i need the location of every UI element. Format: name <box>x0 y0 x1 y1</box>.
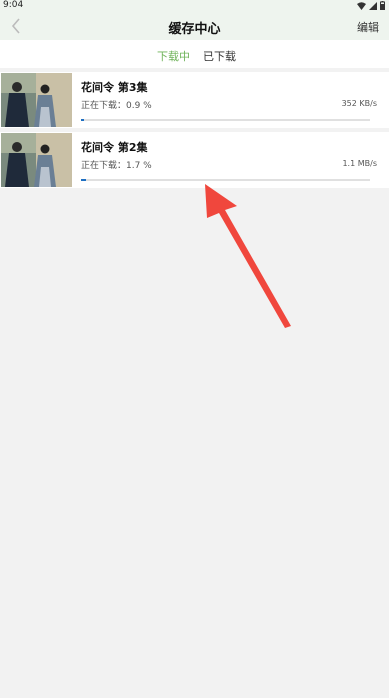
status-time: 9:04 <box>3 0 24 10</box>
system-icons <box>357 1 385 10</box>
download-speed: 1.1 MB/s <box>342 159 377 168</box>
episode-thumbnail <box>1 73 72 127</box>
tab-downloaded[interactable]: 已下载 <box>203 48 236 64</box>
episode-title: 花间令 第3集 <box>81 81 148 94</box>
wifi-icon <box>357 1 366 10</box>
download-item-episode-3[interactable]: 花间令 第3集 正在下载：0.9 % 352 KB/s <box>0 72 389 128</box>
battery-icon <box>380 1 385 10</box>
edit-button[interactable]: 编辑 <box>357 19 379 35</box>
header-bar: 缓存中心 编辑 <box>0 12 389 40</box>
download-status: 正在下载：1.7 % <box>81 161 152 171</box>
signal-icon <box>369 1 377 10</box>
episode-title: 花间令 第2集 <box>81 141 148 154</box>
progress-fill <box>81 179 86 181</box>
download-speed: 352 KB/s <box>341 99 377 108</box>
episode-thumbnail <box>1 133 72 187</box>
progress-fill <box>81 119 84 121</box>
annotation-arrow <box>205 184 291 328</box>
tab-downloading[interactable]: 下载中 <box>157 48 190 64</box>
tab-bar: 下载中 已下载 <box>0 40 389 68</box>
progress-bar <box>81 119 370 121</box>
download-list: 花间令 第3集 正在下载：0.9 % 352 KB/s 花间令 第2集 正在下载… <box>0 72 389 192</box>
download-status: 正在下载：0.9 % <box>81 101 152 111</box>
status-bar: 9:04 <box>0 0 389 12</box>
page-title: 缓存中心 <box>168 22 221 37</box>
